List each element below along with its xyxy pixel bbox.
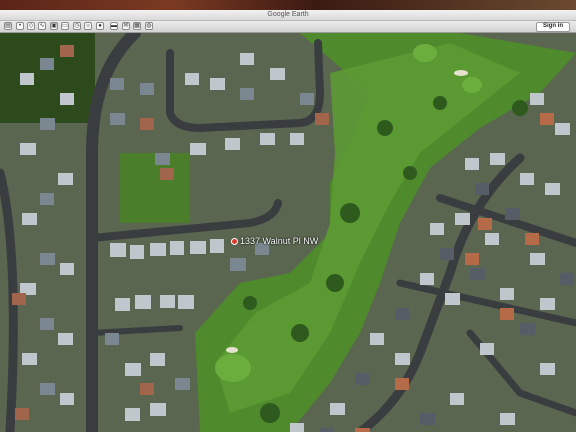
sidebar-toggle-button[interactable]: ▤ bbox=[4, 22, 12, 30]
add-path-button[interactable]: ∿ bbox=[38, 22, 46, 30]
placemark-label[interactable]: 1337 Walnut Pl NW bbox=[240, 236, 318, 246]
email-button[interactable]: ✉ bbox=[122, 22, 130, 30]
add-polygon-button[interactable]: ◇ bbox=[27, 22, 35, 30]
add-placemark-button[interactable]: • bbox=[16, 22, 24, 30]
view-in-maps-button[interactable]: ◍ bbox=[145, 22, 153, 30]
ruler-button[interactable]: ▬ bbox=[110, 22, 118, 30]
putting-green bbox=[215, 354, 251, 382]
putting-green bbox=[413, 44, 437, 62]
desktop-strip bbox=[0, 0, 576, 10]
window-titlebar: Google Earth bbox=[0, 10, 576, 21]
planets-button[interactable]: ● bbox=[96, 22, 104, 30]
tree-cover bbox=[0, 33, 95, 123]
print-button[interactable]: ▦ bbox=[133, 22, 141, 30]
historical-imagery-button[interactable]: ◷ bbox=[73, 22, 81, 30]
putting-green bbox=[462, 77, 482, 93]
sand-trap bbox=[226, 347, 238, 353]
image-overlay-button[interactable]: ▣ bbox=[50, 22, 58, 30]
window-title: Google Earth bbox=[267, 11, 309, 18]
toolbar: ▤ • ◇ ∿ ▣ ▭ ◷ ☼ ● ▬ ✉ ▦ ◍ Sign in bbox=[0, 21, 576, 33]
satellite-map-view[interactable] bbox=[0, 33, 576, 432]
sign-in-button[interactable]: Sign in bbox=[536, 22, 570, 32]
record-tour-button[interactable]: ▭ bbox=[61, 22, 69, 30]
sunlight-button[interactable]: ☼ bbox=[84, 22, 92, 30]
sand-trap bbox=[454, 70, 468, 76]
placemark-pin-icon[interactable] bbox=[231, 238, 238, 245]
